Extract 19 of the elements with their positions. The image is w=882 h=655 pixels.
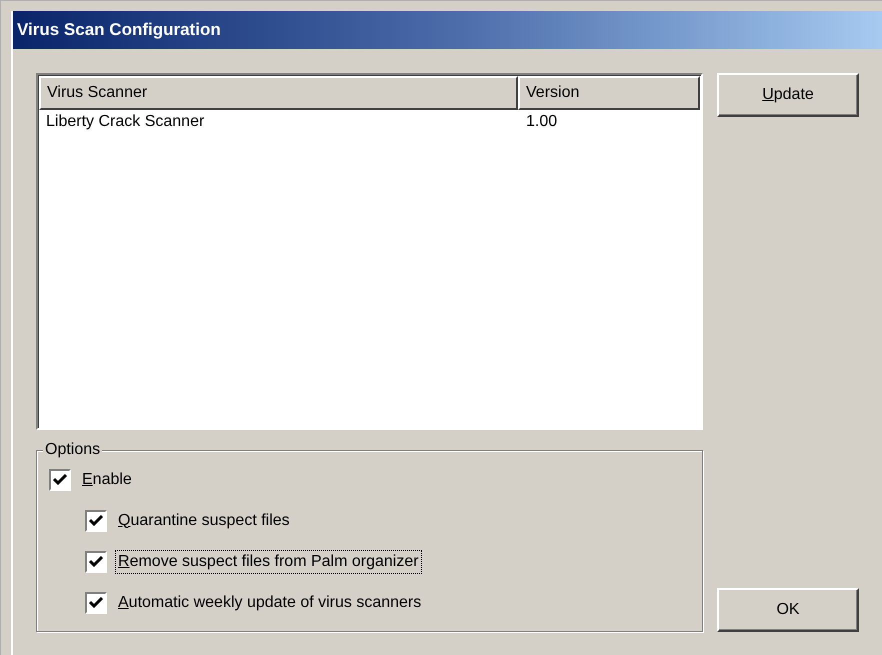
check-icon [89, 514, 103, 526]
check-icon [89, 556, 103, 568]
table-cell-text: Liberty Crack Scanner [45, 112, 206, 132]
checkbox-label: Enable [81, 470, 133, 490]
ok-button[interactable]: OK [717, 588, 859, 632]
window-title: Virus Scan Configuration [17, 19, 221, 42]
table-cell-text: 1.00 [525, 112, 558, 132]
checkbox-label: Automatic weekly update of virus scanners [117, 592, 422, 612]
checkbox[interactable] [85, 550, 107, 572]
checkbox-label: Quarantine suspect files [117, 510, 291, 530]
checkbox-label: Remove suspect files from Palm organizer [115, 550, 422, 574]
checkbox[interactable] [49, 468, 71, 490]
update-button[interactable]: Update [717, 73, 859, 117]
column-header[interactable]: Version [518, 76, 700, 110]
column-header[interactable]: Virus Scanner [39, 76, 518, 110]
check-icon [53, 474, 67, 486]
check-icon [89, 596, 103, 608]
checkbox[interactable] [85, 592, 107, 614]
checkbox[interactable] [85, 510, 107, 532]
